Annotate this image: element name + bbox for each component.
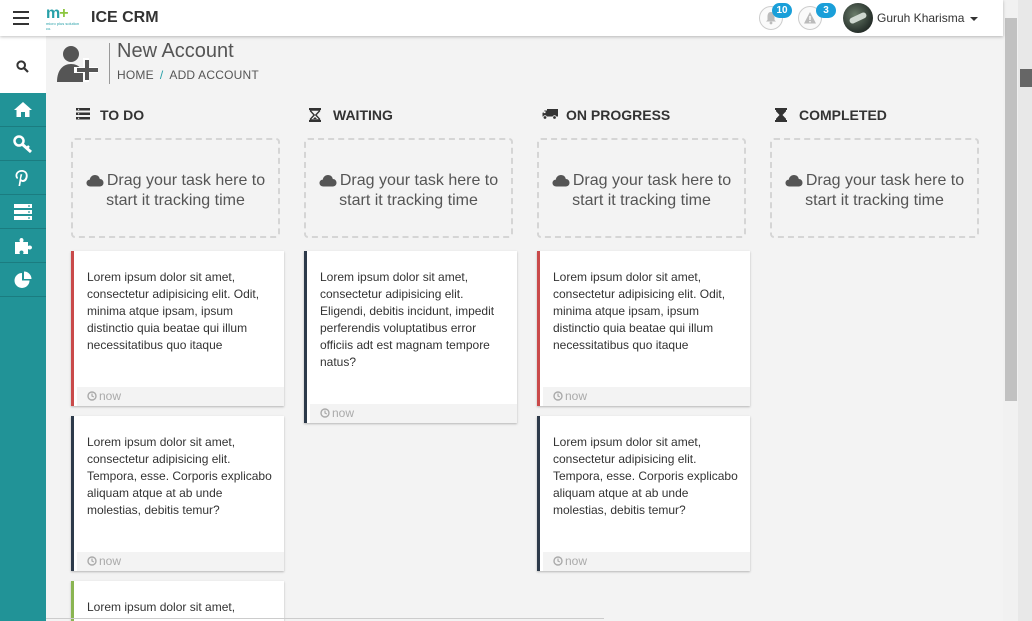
task-card-time: now [332, 406, 355, 420]
task-card-time: now [99, 389, 122, 403]
task-card[interactable]: Lorem ipsum dolor sit amet, consectetur … [537, 416, 750, 571]
task-card-time: now [565, 389, 588, 403]
pie-chart-icon [14, 271, 32, 288]
task-card-time: now [565, 554, 588, 568]
warning-icon [804, 12, 816, 24]
hourglass-icon [309, 108, 321, 122]
alert-count-badge: 3 [816, 3, 836, 18]
column-header-on-progress: ON PROGRESS [542, 107, 742, 123]
app-title: ICE CRM [91, 9, 159, 26]
dropzone-text: Drag your task here to start it tracking… [805, 172, 965, 209]
column-title: COMPLETED [799, 107, 887, 123]
page-title: New Account [117, 40, 234, 62]
horizontal-scrollbar[interactable] [46, 618, 604, 619]
cloud-icon [319, 175, 337, 187]
cloud-icon [785, 175, 803, 187]
sidebar-search[interactable] [0, 36, 46, 93]
task-card-text: Lorem ipsum dolor sit amet, consectetur … [553, 270, 726, 352]
sidebar-item-pinterest[interactable] [0, 161, 46, 195]
task-card-footer: now [77, 552, 284, 571]
column-header-waiting: WAITING [309, 107, 509, 123]
notifications-button[interactable]: 10 [759, 3, 792, 30]
breadcrumb: HOME / ADD ACCOUNT [117, 68, 259, 82]
puzzle-icon [15, 238, 32, 254]
cloud-icon [552, 175, 570, 187]
dropzone-text: Drag your task here to start it tracking… [339, 172, 499, 209]
sidebar-item-home[interactable] [0, 93, 46, 127]
dropzone-text: Drag your task here to start it tracking… [106, 172, 266, 209]
breadcrumb-home[interactable]: HOME [117, 68, 154, 82]
home-icon [14, 102, 32, 117]
add-account-icon [57, 46, 98, 82]
task-card[interactable]: Lorem ipsum dolor sit amet, consectetur … [304, 251, 517, 423]
task-card-footer: now [543, 387, 750, 406]
dropzone-completed[interactable]: Drag your task here to start it tracking… [770, 138, 979, 238]
column-title: TO DO [100, 107, 145, 123]
task-card-footer: now [543, 552, 750, 571]
search-icon [16, 60, 29, 73]
user-menu-caret-icon[interactable] [970, 17, 978, 21]
column-title: WAITING [333, 107, 393, 123]
task-card[interactable]: Lorem ipsum dolor sit amet, consectetur … [71, 416, 284, 571]
user-avatar[interactable] [843, 3, 873, 33]
menu-toggle-icon[interactable] [13, 11, 29, 25]
cloud-icon [86, 175, 104, 187]
clock-icon [87, 391, 97, 401]
scrollbar-thumb[interactable] [1005, 18, 1017, 401]
task-card-footer: now [77, 387, 284, 406]
task-card-text: Lorem ipsum dolor sit amet, consectetur … [87, 435, 272, 517]
logo-tagline: micro plus solution co. [46, 21, 80, 31]
sidebar [0, 36, 46, 621]
sidebar-item-keys[interactable] [0, 127, 46, 161]
notification-count-badge: 10 [772, 3, 792, 18]
task-card-time: now [99, 554, 122, 568]
alerts-button[interactable]: 3 [798, 3, 836, 30]
sidebar-item-server[interactable] [0, 195, 46, 229]
outer-scrollbar-thumb[interactable] [1020, 69, 1032, 87]
column-title: ON PROGRESS [566, 107, 671, 123]
key-icon [13, 135, 32, 153]
list-icon [76, 108, 90, 120]
task-card[interactable]: Lorem ipsum dolor sit amet, [71, 581, 284, 621]
outer-scrollbar[interactable] [1018, 0, 1032, 621]
task-card[interactable]: Lorem ipsum dolor sit amet, consectetur … [71, 251, 284, 406]
clock-icon [553, 556, 563, 566]
dropzone-todo[interactable]: Drag your task here to start it tracking… [71, 138, 280, 238]
column-header-todo: TO DO [76, 107, 276, 123]
truck-icon [542, 109, 558, 120]
header-divider [109, 43, 110, 84]
dropzone-text: Drag your task here to start it tracking… [572, 172, 732, 209]
clock-icon [87, 556, 97, 566]
pinterest-icon [15, 170, 28, 186]
breadcrumb-separator: / [159, 68, 164, 82]
task-card-text: Lorem ipsum dolor sit amet, consectetur … [87, 270, 260, 352]
task-card[interactable]: Lorem ipsum dolor sit amet, consectetur … [537, 251, 750, 406]
hourglass-end-icon [775, 108, 787, 122]
task-card-text: Lorem ipsum dolor sit amet, [87, 600, 236, 614]
task-card-text: Lorem ipsum dolor sit amet, consectetur … [320, 270, 495, 369]
dropzone-on-progress[interactable]: Drag your task here to start it tracking… [537, 138, 746, 238]
app-logo[interactable]: m+ micro plus solution co. [46, 6, 80, 32]
clock-icon [553, 391, 563, 401]
task-card-footer: now [310, 404, 517, 423]
user-name[interactable]: Guruh Kharisma [877, 11, 964, 25]
dropzone-waiting[interactable]: Drag your task here to start it tracking… [304, 138, 513, 238]
server-icon [14, 204, 32, 220]
top-navbar: m+ micro plus solution co. ICE CRM 10 3 … [0, 0, 1003, 36]
column-header-completed: COMPLETED [775, 107, 975, 123]
breadcrumb-current: ADD ACCOUNT [169, 68, 259, 82]
clock-icon [320, 408, 330, 418]
sidebar-item-reports[interactable] [0, 263, 46, 297]
task-card-text: Lorem ipsum dolor sit amet, consectetur … [553, 435, 738, 517]
sidebar-item-plugins[interactable] [0, 229, 46, 263]
